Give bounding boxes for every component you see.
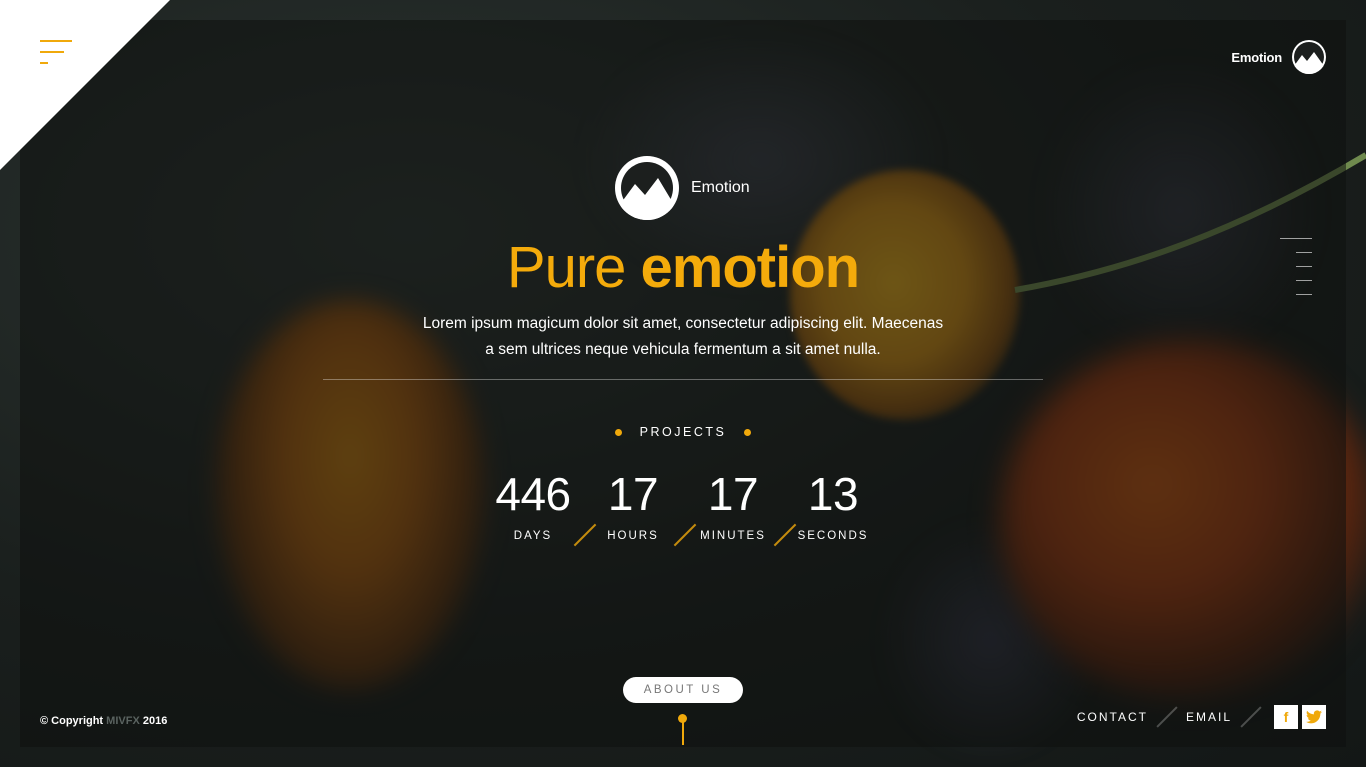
hero-logo: Emotion xyxy=(615,156,750,220)
countdown-seconds: 13 SECONDS xyxy=(783,466,883,542)
hero-logo-name: Emotion xyxy=(691,179,750,196)
header-brand[interactable]: Emotion xyxy=(1231,40,1326,74)
copyright-year: 2016 xyxy=(142,715,168,727)
countdown-unit: SECONDS xyxy=(797,530,869,542)
countdown-hours: 17 HOURS xyxy=(583,466,683,542)
footer-links: CONTACT EMAIL f xyxy=(1077,703,1326,731)
contact-link[interactable]: CONTACT xyxy=(1077,710,1148,724)
headline-regular: Pure xyxy=(506,235,627,300)
menu-icon[interactable] xyxy=(38,38,74,68)
description-line: Lorem ipsum magicum dolor sit amet, cons… xyxy=(422,315,944,332)
dot-icon xyxy=(614,429,622,437)
dot-icon xyxy=(744,429,752,437)
countdown-label: PROJECTS xyxy=(0,425,1366,439)
page-title: Pure emotion xyxy=(0,236,1366,300)
countdown-unit: MINUTES xyxy=(700,530,766,542)
about-us-button[interactable]: ABOUT US xyxy=(623,677,743,703)
email-link[interactable]: EMAIL xyxy=(1186,710,1232,724)
countdown-value: 17 xyxy=(707,468,759,520)
twitter-bird-glyph xyxy=(1306,710,1322,724)
copyright-prefix: © Copyright xyxy=(40,715,104,727)
countdown-unit: DAYS xyxy=(513,530,553,542)
footer-separator xyxy=(1240,706,1262,728)
countdown-unit: HOURS xyxy=(607,530,659,542)
countdown-label-text: PROJECTS xyxy=(639,425,727,439)
countdown-days: 446 DAYS xyxy=(483,466,583,542)
mountain-logo-icon xyxy=(615,156,679,220)
facebook-glyph: f xyxy=(1283,709,1289,725)
countdown-timer: 446 DAYS 17 HOURS 17 MINUTES 13 SECONDS xyxy=(0,466,1366,556)
facebook-icon[interactable]: f xyxy=(1274,705,1298,729)
countdown-value: 17 xyxy=(607,468,659,520)
brand-name: Emotion xyxy=(1231,49,1282,65)
countdown-value: 446 xyxy=(495,468,571,520)
twitter-icon[interactable] xyxy=(1302,705,1326,729)
description-line: a sem ultrices neque vehicula fermentum … xyxy=(485,341,881,358)
copyright-brand-link[interactable]: MIVFX xyxy=(106,715,140,727)
hero-description: Lorem ipsum magicum dolor sit amet, cons… xyxy=(383,311,983,363)
countdown-value: 13 xyxy=(807,468,859,520)
copyright: © Copyright MIVFX 2016 xyxy=(40,715,167,727)
divider xyxy=(323,379,1043,380)
headline-bold: emotion xyxy=(640,235,861,300)
content-frame xyxy=(20,20,1346,747)
countdown-minutes: 17 MINUTES xyxy=(683,466,783,542)
mountain-logo-icon xyxy=(1292,40,1326,74)
about-indicator-line xyxy=(682,720,684,745)
footer-separator xyxy=(1156,706,1178,728)
